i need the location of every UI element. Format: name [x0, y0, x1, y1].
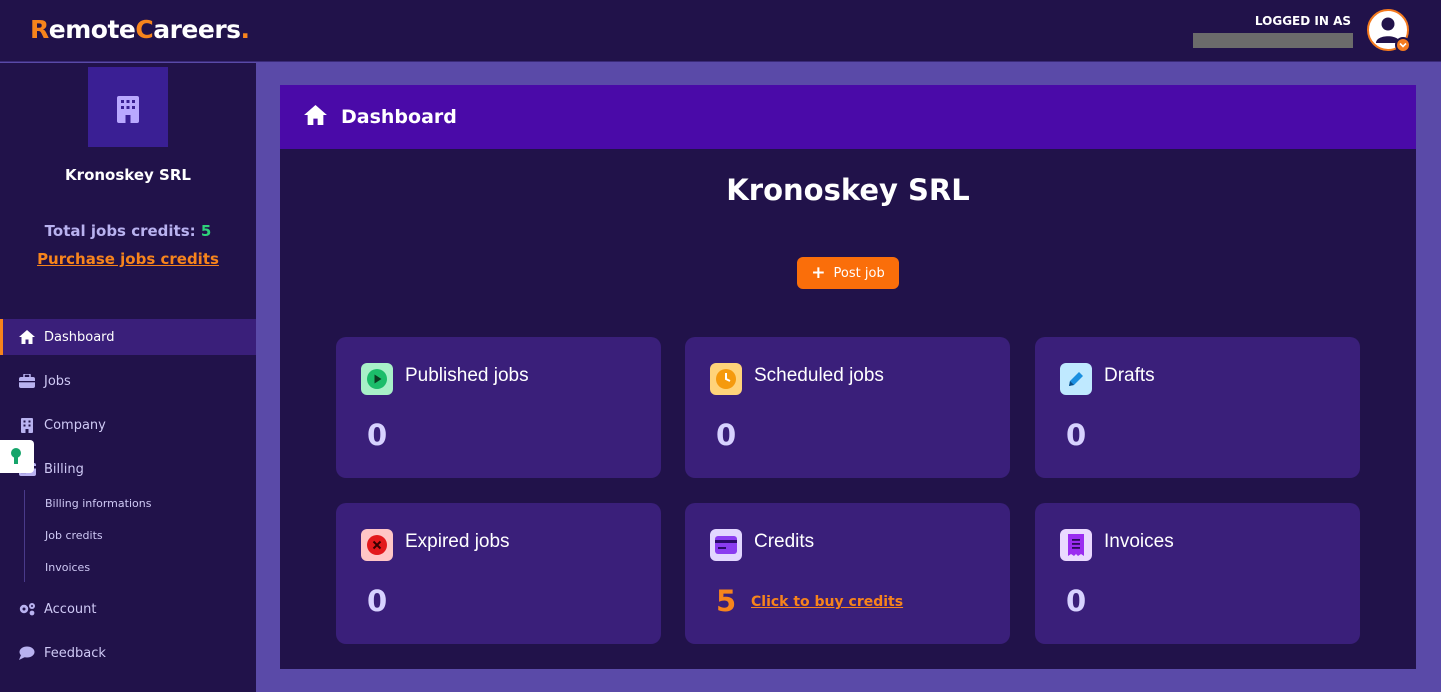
card-value: 0	[1066, 418, 1087, 452]
sidebar-item-dashboard[interactable]: Dashboard	[0, 319, 256, 355]
card-value: 0	[367, 418, 388, 452]
sidebar-item-label: Jobs	[44, 373, 71, 389]
sidebar-item-billing[interactable]: Billing	[0, 451, 256, 487]
credits-label: Total jobs credits:	[44, 222, 196, 240]
home-icon	[304, 105, 327, 129]
briefcase-icon	[18, 372, 36, 390]
credit-card-icon	[710, 529, 742, 561]
sidebar-subitem-billing-informations[interactable]: Billing informations	[45, 497, 151, 510]
sidebar-item-label: Company	[44, 417, 106, 433]
brand-logo[interactable]: RemoteCareers.	[30, 15, 250, 44]
sidebar-item-label: Dashboard	[44, 329, 115, 345]
user-avatar-button[interactable]	[1367, 9, 1411, 53]
logo-text-emote: emote	[48, 15, 136, 44]
card-value: 0	[367, 584, 388, 618]
sidebar-subitem-job-credits[interactable]: Job credits	[45, 529, 103, 542]
post-job-button[interactable]: + Post job	[797, 257, 899, 289]
sidebar-item-jobs[interactable]: Jobs	[0, 363, 256, 399]
purchase-credits-link[interactable]: Purchase jobs credits	[0, 250, 256, 268]
x-circle-icon	[361, 529, 393, 561]
logged-in-label: LOGGED IN AS	[1254, 14, 1351, 28]
sidebar-item-label: Feedback	[44, 645, 106, 661]
home-icon	[18, 328, 36, 346]
card-published-jobs[interactable]: Published jobs 0	[336, 337, 661, 478]
total-credits: Total jobs credits: 5	[0, 222, 256, 240]
company-title: Kronoskey SRL	[726, 173, 970, 207]
card-title: Drafts	[1104, 365, 1155, 386]
play-circle-icon	[361, 363, 393, 395]
side-lock-tab[interactable]	[0, 440, 34, 473]
company-logo	[88, 67, 168, 147]
sidebar-item-feedback[interactable]: Feedback	[0, 635, 256, 671]
card-title: Credits	[754, 531, 815, 552]
sidebar-item-label: Account	[44, 601, 97, 617]
card-title: Scheduled jobs	[754, 365, 884, 386]
card-scheduled-jobs[interactable]: Scheduled jobs 0	[685, 337, 1010, 478]
clock-icon	[710, 363, 742, 395]
card-value: 5	[716, 584, 737, 618]
card-title: Invoices	[1104, 531, 1174, 552]
main-content: Dashboard Kronoskey SRL + Post job Publi…	[280, 85, 1416, 669]
page-header: Dashboard	[280, 85, 1416, 149]
credits-value: 5	[200, 222, 212, 240]
receipt-icon	[1060, 529, 1092, 561]
card-invoices[interactable]: Invoices 0	[1035, 503, 1360, 644]
logo-dot: .	[240, 15, 251, 44]
card-value: 0	[1066, 584, 1087, 618]
logo-text-areers: areers	[153, 15, 241, 44]
card-credits[interactable]: Credits 5 Click to buy credits	[685, 503, 1010, 644]
sidebar-subitem-invoices[interactable]: Invoices	[45, 561, 90, 574]
buy-credits-link[interactable]: Click to buy credits	[751, 594, 903, 610]
user-name-redacted	[1193, 33, 1353, 48]
top-bar: RemoteCareers. LOGGED IN AS	[0, 0, 1441, 62]
submenu-divider	[24, 490, 25, 582]
chevron-down-icon	[1395, 37, 1411, 53]
card-value: 0	[716, 418, 737, 452]
sidebar-company-name: Kronoskey SRL	[65, 166, 191, 184]
sidebar-item-account[interactable]: Account	[0, 591, 256, 627]
gears-icon	[18, 600, 36, 618]
logo-letter-r: R	[30, 15, 49, 44]
building-icon	[18, 416, 36, 434]
card-title: Published jobs	[405, 365, 529, 386]
post-job-label: Post job	[833, 265, 885, 281]
chat-icon	[18, 644, 36, 662]
sidebar: Kronoskey SRL Total jobs credits: 5 Purc…	[0, 63, 256, 692]
pencil-icon	[1060, 363, 1092, 395]
sidebar-item-company[interactable]: Company	[0, 407, 256, 443]
card-expired-jobs[interactable]: Expired jobs 0	[336, 503, 661, 644]
building-icon	[117, 96, 139, 123]
sidebar-item-label: Billing	[44, 461, 84, 477]
card-title: Expired jobs	[405, 531, 510, 552]
card-drafts[interactable]: Drafts 0	[1035, 337, 1360, 478]
page-title: Dashboard	[341, 106, 457, 128]
logo-letter-c: C	[135, 15, 154, 44]
plus-icon: +	[811, 263, 826, 283]
